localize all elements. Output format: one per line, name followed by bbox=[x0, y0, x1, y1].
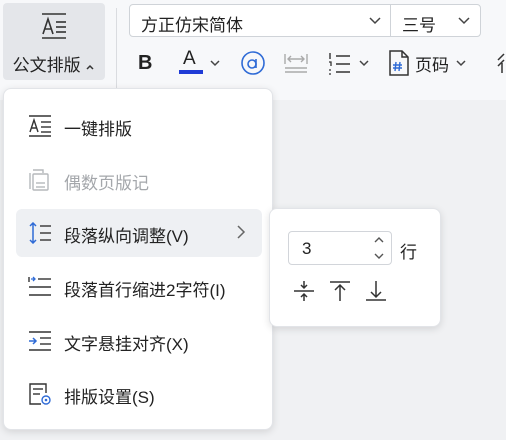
font-size-select[interactable]: 三号 bbox=[390, 4, 481, 37]
chevron-down-icon[interactable] bbox=[358, 57, 370, 69]
page-number-icon bbox=[389, 50, 409, 76]
caret-up-icon bbox=[86, 64, 94, 70]
next-toolbar-item[interactable] bbox=[496, 48, 506, 78]
align-bottom-icon[interactable] bbox=[364, 279, 388, 303]
align-middle-icon[interactable] bbox=[292, 279, 316, 303]
font-name-select[interactable]: 方正仿宋简体 bbox=[129, 4, 391, 37]
spin-up-icon[interactable] bbox=[373, 235, 385, 245]
line-unit-label: 行 bbox=[400, 243, 417, 262]
font-name-value: 方正仿宋简体 bbox=[141, 16, 243, 35]
line-count-value: 3 bbox=[302, 239, 312, 258]
layout-settings-icon bbox=[29, 383, 51, 405]
vertical-adjust-submenu: 3 行 bbox=[269, 208, 441, 327]
doc-layout-icon bbox=[42, 13, 66, 39]
partial-icon bbox=[497, 53, 505, 73]
chevron-down-icon[interactable] bbox=[455, 57, 467, 69]
char-spacing-icon bbox=[284, 54, 308, 73]
encircle-char-button[interactable] bbox=[240, 48, 266, 78]
chevron-down-icon[interactable] bbox=[457, 14, 471, 28]
menu-item-hanging-align[interactable]: 文字悬挂对齐(X) bbox=[16, 317, 262, 365]
hanging-align-icon bbox=[29, 331, 51, 351]
toolbar: 公文排版 方正仿宋简体 三号 B A 页码 bbox=[0, 0, 506, 100]
spin-down-icon[interactable] bbox=[373, 251, 385, 261]
menu-item-label: 偶数页版记 bbox=[64, 174, 149, 193]
doc-layout-button[interactable]: 公文排版 bbox=[3, 3, 105, 80]
first-line-indent-icon bbox=[28, 276, 51, 296]
bold-button[interactable]: B bbox=[138, 48, 152, 78]
vertical-adjust-icon bbox=[29, 222, 51, 244]
menu-item-label: 段落纵向调整(V) bbox=[64, 227, 189, 246]
menu-item-layout-settings[interactable]: 排版设置(S) bbox=[16, 370, 262, 418]
even-page-record-icon bbox=[29, 169, 49, 191]
menu-item-label: 文字悬挂对齐(X) bbox=[64, 335, 189, 354]
menu-item-one-click-layout[interactable]: 一键排版 bbox=[16, 102, 262, 150]
page-number-button[interactable]: 页码 bbox=[387, 48, 467, 78]
line-count-stepper[interactable]: 3 bbox=[288, 231, 392, 265]
menu-item-label: 排版设置(S) bbox=[64, 388, 155, 407]
font-color-label: A bbox=[183, 48, 196, 69]
numbered-list-icon bbox=[329, 53, 350, 75]
page-number-label: 页码 bbox=[415, 55, 449, 75]
menu-item-label: 段落首行缩进2字符(I) bbox=[64, 281, 226, 300]
menu-item-even-page-record: 偶数页版记 bbox=[16, 156, 262, 204]
toolbar-divider bbox=[116, 8, 117, 88]
bold-label: B bbox=[138, 51, 153, 74]
numbered-list-button[interactable] bbox=[328, 48, 370, 78]
font-color-button[interactable]: A bbox=[178, 48, 221, 78]
doc-layout-label: 公文排版 bbox=[12, 56, 81, 75]
doc-layout-menu: 一键排版 偶数页版记 段落纵向调整(V) 段落首行缩进2字符(I) 文字悬挂对齐… bbox=[3, 88, 273, 430]
menu-item-paragraph-vertical-adjust[interactable]: 段落纵向调整(V) bbox=[16, 209, 262, 257]
chevron-right-icon bbox=[237, 225, 246, 239]
one-click-layout-icon bbox=[29, 115, 51, 137]
menu-item-label: 一键排版 bbox=[64, 120, 132, 139]
font-size-value: 三号 bbox=[402, 16, 436, 35]
chevron-down-icon[interactable] bbox=[368, 14, 382, 28]
encircled-a-icon bbox=[241, 51, 265, 75]
menu-item-first-line-indent[interactable]: 段落首行缩进2字符(I) bbox=[16, 263, 262, 311]
font-color-swatch bbox=[179, 70, 203, 74]
align-top-icon[interactable] bbox=[328, 279, 352, 303]
char-spacing-button[interactable] bbox=[282, 48, 310, 78]
chevron-down-icon[interactable] bbox=[209, 57, 221, 69]
